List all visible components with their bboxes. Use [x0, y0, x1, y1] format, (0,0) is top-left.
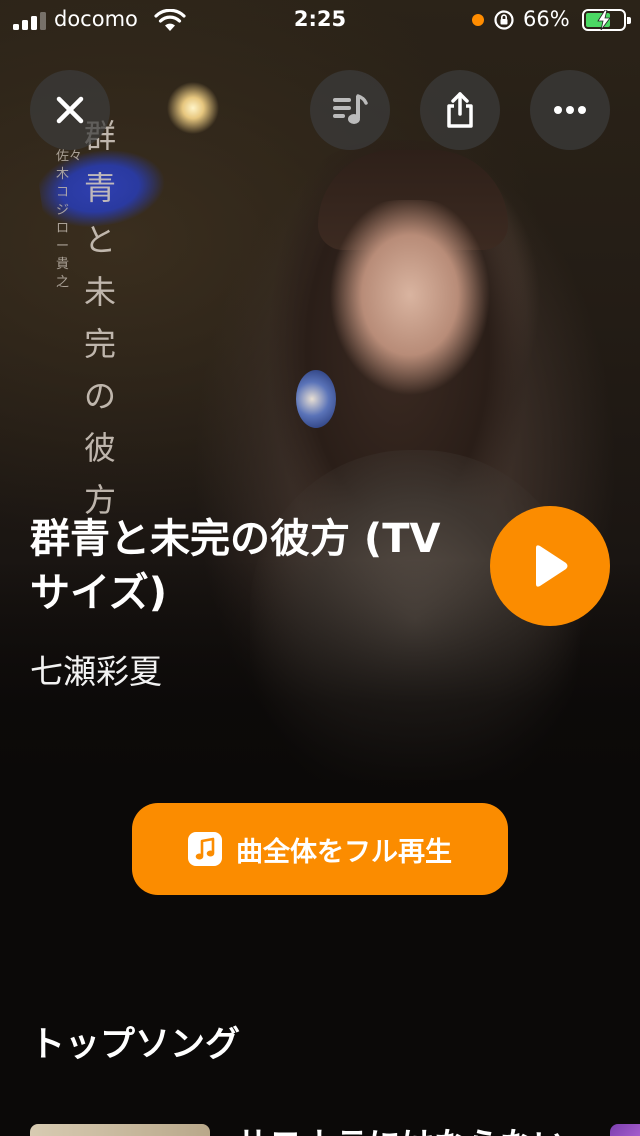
artist-name[interactable]: 七瀬彩夏 — [30, 645, 162, 693]
top-songs-heading: トップソング — [30, 1025, 241, 1065]
close-icon — [56, 96, 84, 124]
more-button[interactable] — [530, 70, 610, 150]
music-queue-icon — [333, 94, 368, 124]
charging-bolt-icon — [597, 10, 611, 30]
more-icon — [554, 106, 586, 114]
song-thumbnail-secondary[interactable] — [610, 1124, 640, 1136]
rotation-lock-icon — [494, 10, 514, 30]
queue-button[interactable] — [310, 70, 390, 150]
cover-photo-earring — [296, 370, 336, 428]
close-button[interactable] — [30, 70, 110, 150]
music-note-icon — [188, 832, 222, 866]
song-title: 群青と未完の彼方 (TV サイズ) — [30, 516, 441, 616]
status-bar: docomo 2:25 66% — [0, 0, 640, 40]
cover-credit-text: 佐々木コジロー貴之 — [56, 149, 83, 290]
battery-icon — [582, 9, 631, 31]
battery-percent: 66% — [523, 7, 570, 31]
song-thumbnail[interactable] — [30, 1124, 210, 1136]
cover-title-text: 群青と未完の彼方 — [84, 117, 117, 519]
cover-photo-face — [330, 200, 490, 400]
play-icon — [536, 545, 568, 587]
share-button[interactable] — [420, 70, 500, 150]
full-play-button[interactable]: 曲全体をフル再生 — [132, 803, 508, 895]
play-button[interactable] — [490, 506, 610, 626]
full-play-label: 曲全体をフル再生 — [236, 836, 452, 868]
recording-indicator — [472, 14, 484, 26]
song-list-item-title[interactable]: サヨナラにはならない — [236, 1118, 566, 1136]
share-icon — [447, 92, 473, 128]
